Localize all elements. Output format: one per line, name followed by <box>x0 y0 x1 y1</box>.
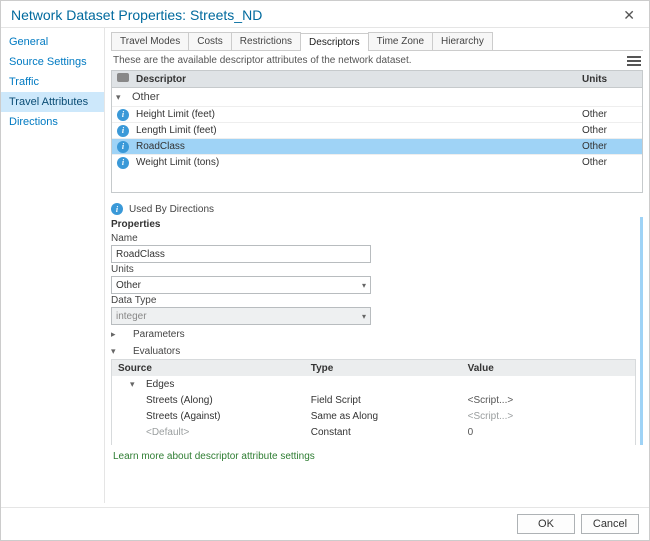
eval-value: <Script...> <box>468 411 635 422</box>
info-icon: i <box>117 109 129 121</box>
sidebar-item-traffic[interactable]: Traffic <box>1 72 104 92</box>
info-icon: i <box>117 141 129 153</box>
sidebar-item-general[interactable]: General <box>1 32 104 52</box>
tab-travel-modes[interactable]: Travel Modes <box>111 32 189 50</box>
datatype-value: integer <box>116 311 147 322</box>
tab-restrictions[interactable]: Restrictions <box>231 32 301 50</box>
menu-icon[interactable] <box>627 56 641 66</box>
attr-units: Other <box>582 125 642 136</box>
attr-units: Other <box>582 157 642 168</box>
window-title: Network Dataset Properties: Streets_ND <box>11 7 262 23</box>
eval-source: <Default> <box>112 427 311 438</box>
learn-more-link[interactable]: Learn more about descriptor attribute se… <box>111 445 643 468</box>
attr-row-weight-limit[interactable]: i Weight Limit (tons) Other <box>112 154 642 170</box>
tab-costs[interactable]: Costs <box>188 32 232 50</box>
column-units[interactable]: Units <box>582 74 642 85</box>
evaluators-grid: Source Type Value ▾ Edges Streets (Along)… <box>111 359 636 445</box>
cancel-button[interactable]: Cancel <box>581 514 639 534</box>
info-icon: i <box>111 203 123 215</box>
attr-units: Other <box>582 141 642 152</box>
sidebar: General Source Settings Traffic Travel A… <box>1 28 105 503</box>
tab-descriptors[interactable]: Descriptors <box>300 33 369 51</box>
attr-row-roadclass[interactable]: i RoadClass Other <box>112 138 642 154</box>
sidebar-item-directions[interactable]: Directions <box>1 112 104 132</box>
eval-row[interactable]: Streets (Against) Same as Along <Script.… <box>112 408 635 424</box>
tab-hierarchy[interactable]: Hierarchy <box>432 32 493 50</box>
info-icon: i <box>117 125 129 137</box>
eval-source: Streets (Against) <box>112 411 311 422</box>
parameters-label: Parameters <box>133 329 185 340</box>
units-label: Units <box>111 263 636 276</box>
sidebar-item-travel-attributes[interactable]: Travel Attributes <box>1 92 104 112</box>
descriptor-note: These are the available descriptor attri… <box>113 55 412 66</box>
used-by-label: Used By Directions <box>129 204 214 215</box>
eval-source: Streets (Along) <box>112 395 311 406</box>
group-other[interactable]: ▾ Other <box>112 88 642 106</box>
units-value: Other <box>116 280 141 291</box>
eval-value: <Script...> <box>468 395 635 406</box>
chevron-down-icon[interactable]: ▾ <box>116 92 124 103</box>
eval-col-source[interactable]: Source <box>112 363 311 374</box>
datatype-select: integer ▾ <box>111 307 371 325</box>
eval-row[interactable]: <Default> Constant 0 <box>112 424 635 440</box>
eval-col-value[interactable]: Value <box>468 363 635 374</box>
evaluators-label: Evaluators <box>133 346 180 357</box>
chevron-right-icon: ▸ <box>111 329 119 340</box>
info-icon: i <box>117 157 129 169</box>
grid-header: Descriptor Units <box>111 70 643 88</box>
chevron-down-icon: ▾ <box>111 346 119 357</box>
chevron-down-icon: ▾ <box>362 281 366 290</box>
eval-type: Same as Along <box>311 411 468 422</box>
attr-name: Weight Limit (tons) <box>134 157 582 168</box>
edges-label: Edges <box>146 379 174 390</box>
name-label: Name <box>111 232 636 245</box>
close-icon[interactable]: ✕ <box>619 8 639 22</box>
chevron-down-icon: ▾ <box>130 379 138 390</box>
sidebar-item-source-settings[interactable]: Source Settings <box>1 52 104 72</box>
attr-name: Height Limit (feet) <box>134 109 582 120</box>
datatype-label: Data Type <box>111 294 636 307</box>
attr-name: Length Limit (feet) <box>134 125 582 136</box>
chevron-down-icon: ▾ <box>362 312 366 321</box>
group-label: Other <box>132 91 160 103</box>
attr-row-length-limit[interactable]: i Length Limit (feet) Other <box>112 122 642 138</box>
name-input[interactable]: RoadClass <box>111 245 371 263</box>
attr-name: RoadClass <box>134 141 582 152</box>
eval-value: 0 <box>468 427 635 438</box>
units-select[interactable]: Other ▾ <box>111 276 371 294</box>
properties-heading: Properties <box>111 217 636 232</box>
tabs: Travel Modes Costs Restrictions Descript… <box>111 32 643 51</box>
attr-row-height-limit[interactable]: i Height Limit (feet) Other <box>112 106 642 122</box>
evaluators-section[interactable]: ▾ Evaluators <box>111 342 636 359</box>
parameters-section[interactable]: ▸ Parameters <box>111 325 636 342</box>
descriptor-column-icon <box>117 74 129 85</box>
eval-row[interactable]: Streets (Along) Field Script <Script...> <box>112 392 635 408</box>
column-descriptor[interactable]: Descriptor <box>134 74 582 85</box>
eval-type: Constant <box>311 427 468 438</box>
attr-units: Other <box>582 109 642 120</box>
name-value: RoadClass <box>116 249 165 260</box>
ok-button[interactable]: OK <box>517 514 575 534</box>
eval-type: Field Script <box>311 395 468 406</box>
eval-group-edges[interactable]: ▾ Edges <box>112 376 635 392</box>
eval-col-type[interactable]: Type <box>311 363 468 374</box>
tab-time-zone[interactable]: Time Zone <box>368 32 433 50</box>
